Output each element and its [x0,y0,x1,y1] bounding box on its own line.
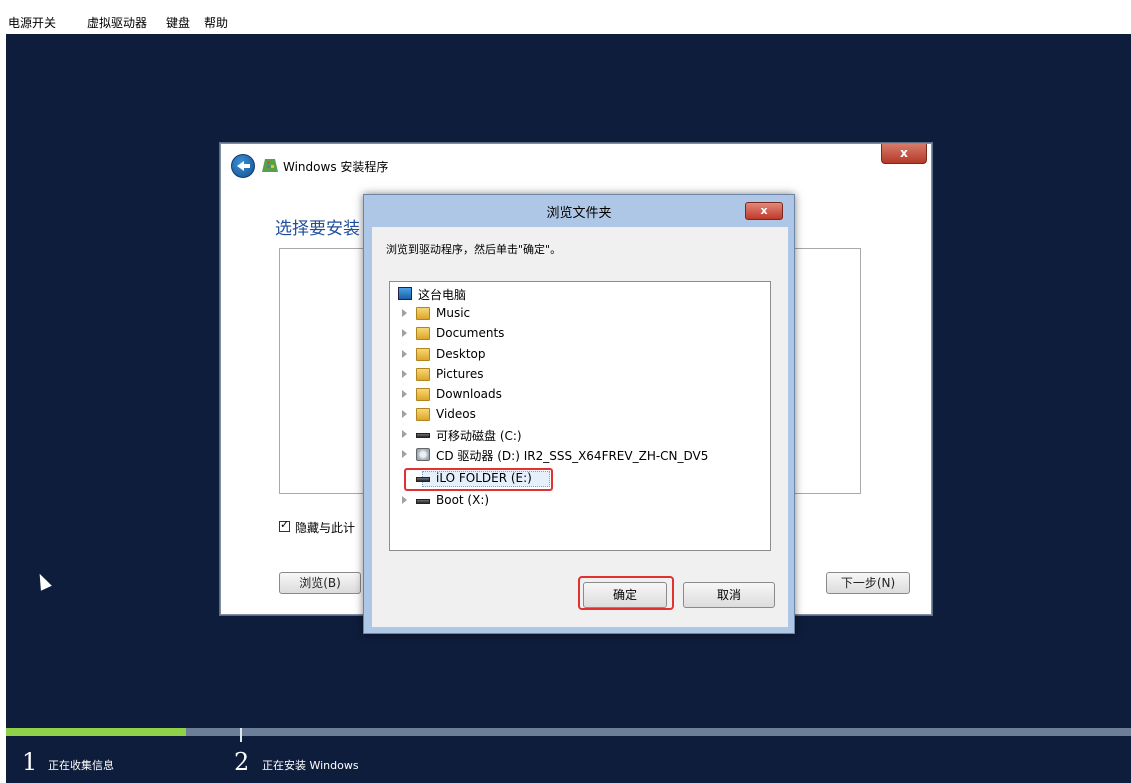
tree-item-this-pc[interactable]: 这台电脑 [394,285,764,303]
tree-item-label: Boot (X:) [436,493,490,507]
step-number: 1 [22,748,38,776]
browse-dialog-title: 浏览文件夹 [546,206,612,221]
setup-close-button[interactable]: x [881,144,927,164]
step-label: 正在收集信息 [48,759,114,772]
setup-title: Windows 安装程序 [283,160,389,174]
cd-drive-icon [416,448,430,461]
documents-folder-icon [416,327,430,340]
tree-item-drive-c[interactable]: 可移动磁盘 (C:) [402,426,762,444]
tree-item-label: Documents [436,326,505,340]
tree-item-label: Pictures [436,367,484,381]
removable-drive-icon [416,433,430,438]
tree-item-documents[interactable]: Documents [402,325,762,343]
tree-item-label: Music [436,306,471,320]
expand-arrow-icon[interactable] [402,329,407,337]
tree-item-label: 可移动磁盘 (C:) [436,429,522,443]
menu-power[interactable]: 电源开关 [8,14,56,31]
expand-arrow-icon[interactable] [402,430,407,438]
step-label: 正在安装 Windows [262,759,359,772]
browse-folder-dialog: 浏览文件夹 x 浏览到驱动程序，然后单击"确定"。 这台电脑 Music Doc… [363,194,795,634]
tree-item-label: 这台电脑 [418,288,467,302]
windows-setup-icon [262,159,278,172]
tree-item-pictures[interactable]: Pictures [402,366,762,384]
progress-track [6,728,1131,736]
drive-icon [416,499,430,504]
setup-titlebar: Windows 安装程序 x [221,144,931,186]
browse-dialog-close-button[interactable]: x [745,202,783,220]
folder-tree[interactable]: 这台电脑 Music Documents Desktop Pictures Do… [389,281,771,551]
expand-arrow-icon[interactable] [402,450,407,458]
hide-incompatible-label: 隐藏与此计 [295,521,356,535]
menu-virtual-drives[interactable]: 虚拟驱动器 [87,14,147,31]
menu-bar: 电源开关 虚拟驱动器 键盘 帮助 [0,0,1131,34]
setup-progress-bar: 1 正在收集信息 2 正在安装 Windows [6,728,1131,783]
expand-arrow-icon[interactable] [402,309,407,317]
expand-arrow-icon[interactable] [402,496,407,504]
cancel-button[interactable]: 取消 [683,582,775,608]
expand-arrow-icon[interactable] [402,390,407,398]
hide-incompatible-checkbox[interactable] [279,518,290,532]
next-button[interactable]: 下一步(N) [826,572,910,594]
setup-heading: 选择要安装 [275,219,360,239]
expand-arrow-icon[interactable] [402,410,407,418]
tree-item-label: Desktop [436,347,486,361]
ok-button[interactable]: 确定 [583,582,667,608]
tree-item-drive-d[interactable]: CD 驱动器 (D:) IR2_SSS_X64FREV_ZH-CN_DV5 [402,446,762,464]
browse-instruction: 浏览到驱动程序，然后单击"确定"。 [386,243,562,256]
browse-dialog-body: 浏览到驱动程序，然后单击"确定"。 这台电脑 Music Documents D… [372,227,788,627]
menu-keyboard[interactable]: 键盘 [166,14,190,31]
pictures-folder-icon [416,368,430,381]
tree-item-videos[interactable]: Videos [402,406,762,424]
back-arrow-icon[interactable] [231,154,255,178]
tree-item-label: CD 驱动器 (D:) IR2_SSS_X64FREV_ZH-CN_DV5 [436,449,709,463]
tree-item-music[interactable]: Music [402,305,762,323]
tree-item-downloads[interactable]: Downloads [402,386,762,404]
step-number: 2 [234,748,250,776]
downloads-folder-icon [416,388,430,401]
red-annotation-box [404,468,553,491]
desktop-folder-icon [416,348,430,361]
tree-item-drive-x[interactable]: Boot (X:) [402,492,762,510]
tree-item-desktop[interactable]: Desktop [402,346,762,364]
expand-arrow-icon[interactable] [402,370,407,378]
menu-help[interactable]: 帮助 [204,14,228,31]
browse-button[interactable]: 浏览(B) [279,572,361,594]
computer-icon [398,287,412,300]
music-folder-icon [416,307,430,320]
expand-arrow-icon[interactable] [402,350,407,358]
tree-item-label: Videos [436,407,476,421]
videos-folder-icon [416,408,430,421]
progress-fill [6,728,186,736]
tree-item-label: Downloads [436,387,502,401]
progress-divider [240,728,242,742]
